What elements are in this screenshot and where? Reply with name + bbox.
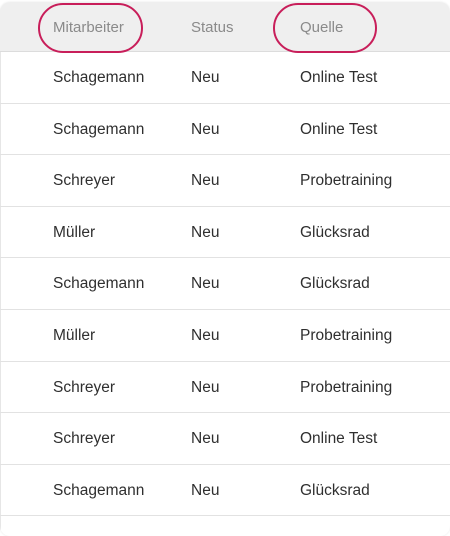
cell-mitarbeiter: Schreyer (53, 172, 116, 190)
cell-status: Neu (191, 378, 220, 396)
header-status[interactable]: Status (191, 2, 234, 51)
cell-mitarbeiter: Schagemann (53, 69, 145, 86)
cell-status: Neu (191, 223, 220, 241)
cell-status: Neu (191, 481, 220, 499)
cell-quelle: Probetraining (300, 378, 393, 396)
table-row[interactable]: Schagemann Neu Glücksrad (0, 465, 450, 517)
cell-status: Neu (191, 430, 220, 448)
table-body: Schagemann Neu Online Test Schagemann Ne… (0, 52, 450, 517)
cell-quelle: Glücksrad (300, 223, 370, 241)
cell-quelle: Glücksrad (300, 275, 370, 293)
cell-status: Neu (191, 172, 220, 190)
cell-status: Neu (191, 326, 220, 344)
cell-mitarbeiter: Müller (53, 223, 96, 241)
leads-table: Mitarbeiter Status Quelle Schagemann Neu… (0, 2, 450, 536)
cell-quelle: Probetraining (300, 172, 393, 190)
table-row[interactable]: Müller Neu Glücksrad (0, 207, 450, 259)
cell-mitarbeiter: Müller (53, 326, 96, 344)
cell-mitarbeiter: Schreyer (53, 430, 116, 448)
cell-quelle: Online Test (300, 430, 378, 448)
table-row[interactable]: Müller Neu Probetraining (0, 310, 450, 362)
table-row[interactable]: Schagemann Neu Online Test (0, 104, 450, 156)
cell-quelle: Glücksrad (300, 481, 370, 499)
cell-mitarbeiter: Schreyer (53, 378, 116, 396)
table-row[interactable]: Schreyer Neu Probetraining (0, 155, 450, 207)
table-row[interactable]: Schagemann Neu Online Test (0, 52, 450, 104)
cell-quelle: Probetraining (300, 326, 393, 344)
cell-status: Neu (191, 69, 220, 86)
cell-mitarbeiter: Schagemann (53, 275, 145, 293)
highlight-ring-mitarbeiter (38, 3, 143, 53)
cell-mitarbeiter: Schagemann (53, 481, 145, 499)
cell-status: Neu (191, 275, 220, 293)
table-row[interactable]: Schreyer Neu Online Test (0, 413, 450, 465)
highlight-ring-quelle (273, 3, 377, 53)
table-header: Mitarbeiter Status Quelle (0, 2, 450, 53)
table-row[interactable]: Schreyer Neu Probetraining (0, 362, 450, 414)
cell-status: Neu (191, 120, 220, 138)
table-row[interactable]: Schagemann Neu Glücksrad (0, 258, 450, 310)
cell-quelle: Online Test (300, 120, 378, 138)
cell-quelle: Online Test (300, 69, 378, 86)
cell-mitarbeiter: Schagemann (53, 120, 145, 138)
